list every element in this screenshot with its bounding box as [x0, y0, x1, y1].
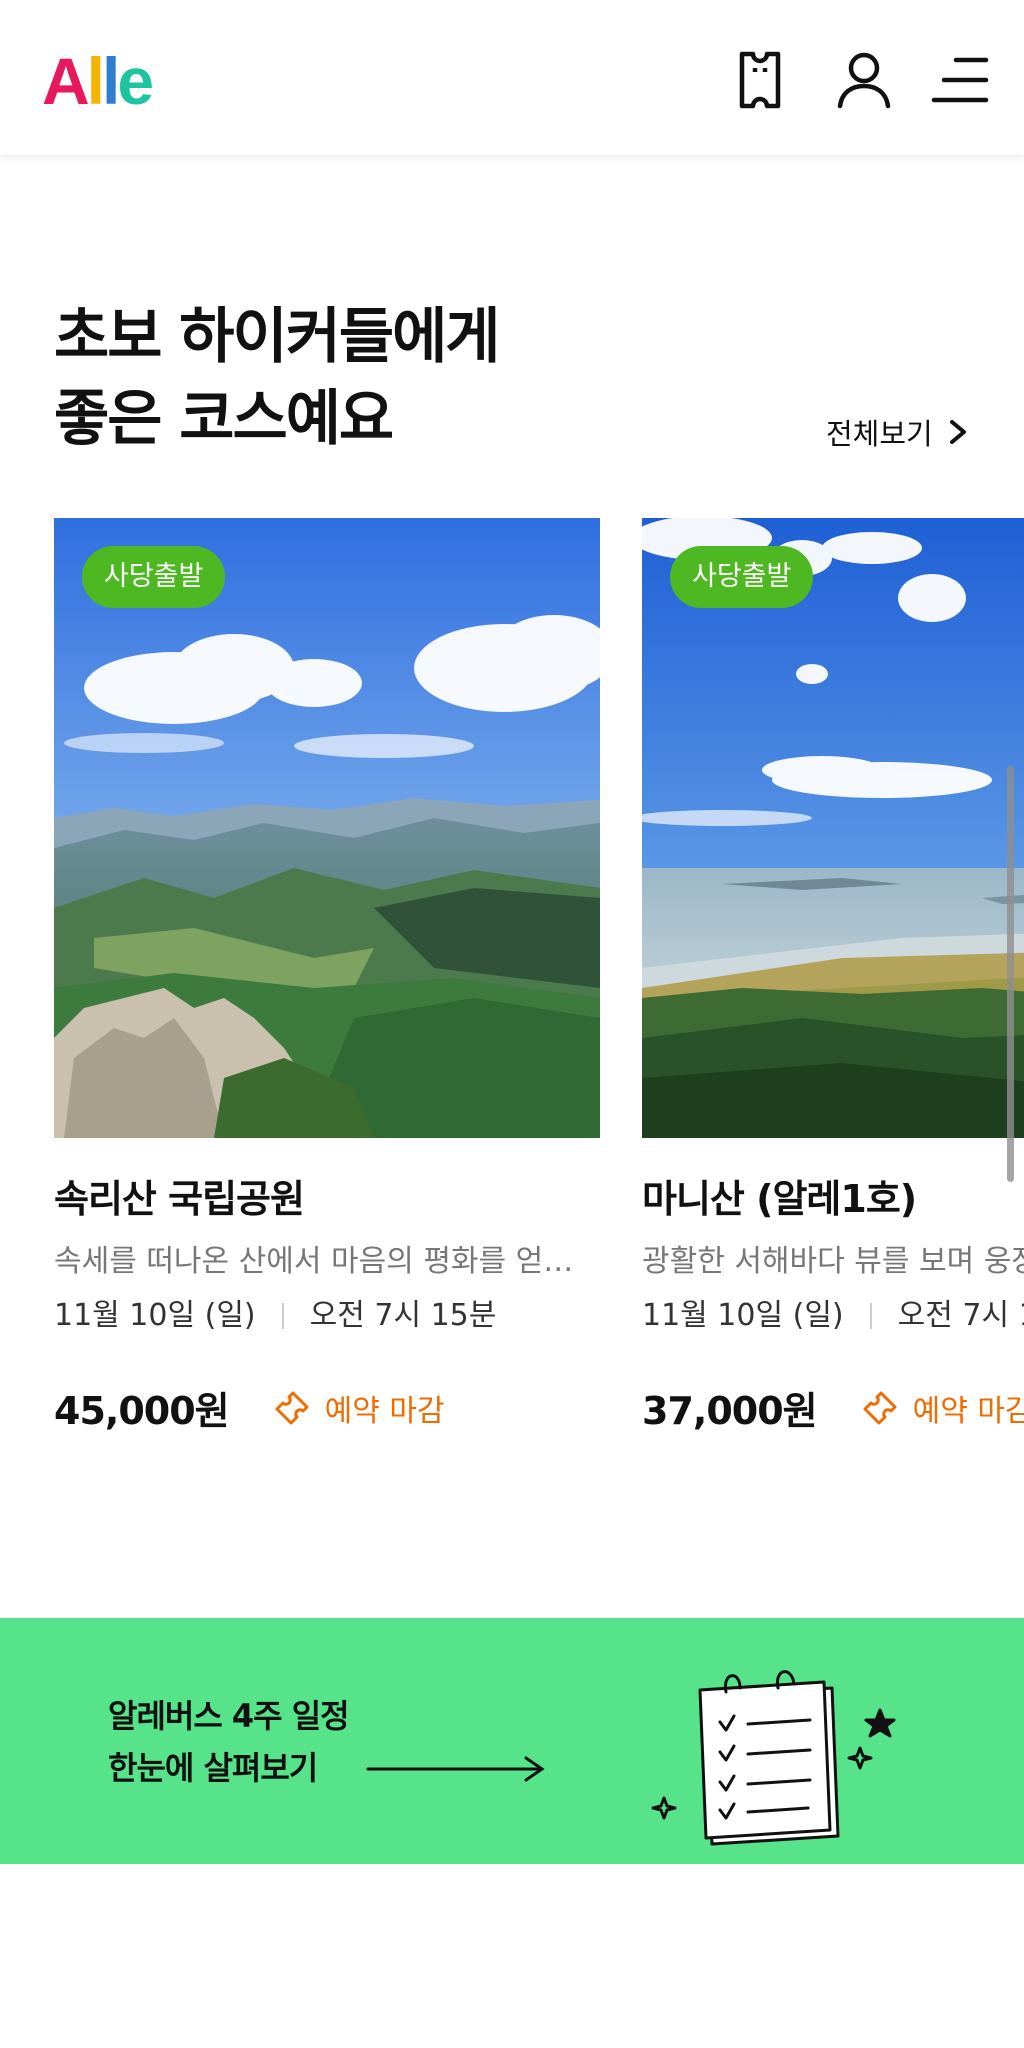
course-date: 11월 10일 (일) — [642, 1298, 844, 1333]
logo-letter: A — [42, 44, 90, 118]
ticket-icon[interactable] — [728, 48, 792, 112]
departure-badge: 사당출발 — [82, 546, 226, 608]
ticket-icon — [863, 1391, 897, 1424]
scrollbar[interactable] — [1007, 766, 1014, 1182]
section-title: 초보 하이커들에게 좋은 코스예요 — [54, 296, 500, 460]
banner-text: 알레버스 4주 일정 한눈에 살펴보기 — [108, 1690, 350, 1794]
view-all-link[interactable]: 전체보기 — [826, 410, 969, 454]
course-card[interactable]: 사당출발 마니산 (알레1호) 광활한 서해바다 뷰를 보며 웅장 11월 10… — [642, 518, 1024, 1435]
reservation-status: 예약 마감 — [861, 1386, 1024, 1430]
alle-logo[interactable]: Alle — [42, 44, 154, 118]
banner-line: 한눈에 살펴보기 — [108, 1749, 318, 1787]
course-date: 11월 10일 (일) — [54, 1298, 256, 1333]
section-title-line: 초보 하이커들에게 — [54, 302, 500, 372]
course-photo: 사당출발 — [642, 518, 1024, 1138]
departure-badge: 사당출발 — [670, 546, 814, 608]
app-header: Alle — [0, 0, 1024, 156]
reservation-status-label: 예약 마감 — [324, 1393, 445, 1429]
ticket-icon — [275, 1391, 309, 1424]
course-card[interactable]: 사당출발 속리산 국립공원 속세를 떠나온 산에서 마음의 평화를 얻… 11월… — [54, 518, 600, 1435]
banner-line: 알레버스 4주 일정 — [108, 1697, 350, 1735]
logo-letter: l — [86, 44, 105, 118]
menu-icon[interactable] — [928, 48, 992, 112]
reservation-status-label: 예약 마감 — [912, 1393, 1024, 1429]
reservation-status: 예약 마감 — [273, 1386, 445, 1430]
course-price: 37,000원 — [642, 1389, 818, 1433]
course-schedule: 11월 10일 (일) 오전 7시 15분 — [642, 1296, 1024, 1336]
divider — [281, 1303, 284, 1329]
course-description: 광활한 서해바다 뷰를 보며 웅장 — [642, 1244, 1024, 1279]
arrow-right-icon — [366, 1756, 545, 1782]
logo-letter: e — [117, 44, 154, 118]
calendar-icon — [651, 1670, 896, 1846]
section-title-line: 좋은 코스예요 — [54, 384, 394, 454]
course-schedule: 11월 10일 (일) 오전 7시 15분 — [54, 1296, 600, 1336]
user-icon[interactable] — [832, 48, 896, 112]
divider — [869, 1303, 872, 1329]
course-title: 속리산 국립공원 — [54, 1177, 305, 1221]
course-price: 45,000원 — [54, 1389, 230, 1433]
course-description: 속세를 떠나온 산에서 마음의 평화를 얻… — [54, 1244, 574, 1279]
page: Alle 초보 하이커들에게 좋은 코스예요 전체보기 사당출발 속리산 국립공… — [0, 0, 1024, 2048]
schedule-banner[interactable]: 알레버스 4주 일정 한눈에 살펴보기 — [0, 1618, 1024, 1864]
course-price-row: 37,000원 예약 마감 — [642, 1380, 1024, 1435]
course-photo: 사당출발 — [54, 518, 600, 1138]
course-time: 오전 7시 15분 — [309, 1298, 497, 1333]
logo-letter: l — [102, 44, 120, 118]
course-title: 마니산 (알레1호) — [642, 1177, 917, 1221]
view-all-label: 전체보기 — [826, 417, 933, 451]
course-time: 오전 7시 15분 — [897, 1298, 1024, 1333]
chevron-right-icon — [949, 420, 966, 444]
course-price-row: 45,000원 예약 마감 — [54, 1380, 600, 1435]
